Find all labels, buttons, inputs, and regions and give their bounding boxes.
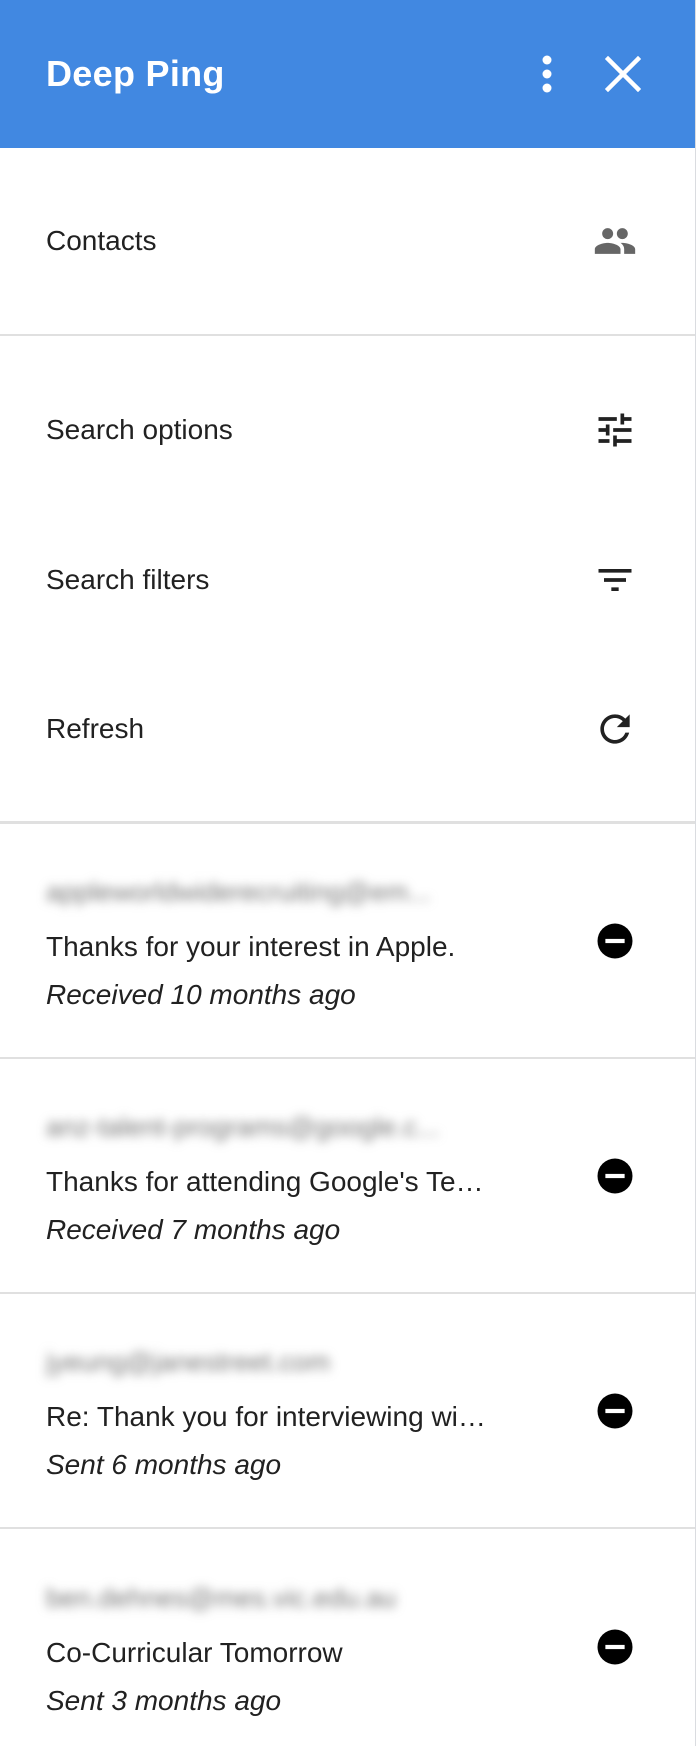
email-sender: jyeung@janestreet.com <box>46 1346 331 1377</box>
email-time: Received 7 months ago <box>46 1213 341 1245</box>
list-item[interactable]: jyeung@janestreet.com Re: Thank you for … <box>0 1294 695 1529</box>
email-sender: anz-talent-programs@google.c... <box>46 1111 440 1142</box>
list-item[interactable]: appleworldwiderecruiting@em... Thanks fo… <box>0 824 695 1059</box>
search-filters-row[interactable]: Search filters <box>0 524 695 636</box>
list-item[interactable]: ben.dehnes@mes.vic.edu.au Co-Curricular … <box>0 1529 695 1746</box>
search-options-label: Search options <box>46 414 233 445</box>
email-subject: Re: Thank you for interviewing wi… <box>46 1400 486 1432</box>
email-time: Received 10 months ago <box>46 978 356 1010</box>
email-subject: Thanks for your interest in Apple. <box>46 930 456 962</box>
remove-button[interactable] <box>591 1152 639 1200</box>
search-options-row[interactable]: Search options <box>0 336 695 524</box>
search-filters-label: Search filters <box>46 564 210 595</box>
remove-button[interactable] <box>591 1623 639 1671</box>
email-text: anz-talent-programs@google.c... Thanks f… <box>46 1106 571 1246</box>
remove-button[interactable] <box>591 917 639 965</box>
tune-icon <box>591 406 639 454</box>
email-list: appleworldwiderecruiting@em... Thanks fo… <box>0 824 695 1746</box>
app-title: Deep Ping <box>46 53 225 94</box>
more-vert-icon <box>542 55 552 93</box>
remove-circle-icon <box>597 1393 633 1428</box>
filter-list-icon <box>591 556 639 604</box>
email-subject: Co-Curricular Tomorrow <box>46 1636 343 1668</box>
email-text: appleworldwiderecruiting@em... Thanks fo… <box>46 871 571 1011</box>
email-text: jyeung@janestreet.com Re: Thank you for … <box>46 1341 571 1481</box>
remove-circle-icon <box>597 1158 633 1193</box>
remove-button[interactable] <box>591 1387 639 1435</box>
email-time: Sent 3 months ago <box>46 1684 282 1716</box>
close-button[interactable] <box>591 42 655 106</box>
contacts-row[interactable]: Contacts <box>0 148 695 336</box>
email-text: ben.dehnes@mes.vic.edu.au Co-Curricular … <box>46 1577 571 1717</box>
contacts-label: Contacts <box>46 225 157 256</box>
people-icon <box>591 217 639 265</box>
list-item[interactable]: anz-talent-programs@google.c... Thanks f… <box>0 1059 695 1294</box>
close-icon <box>605 56 641 92</box>
actions-section: Search options Search filters Refresh <box>0 336 695 824</box>
header-bar: Deep Ping <box>0 0 695 148</box>
remove-circle-icon <box>597 923 633 958</box>
email-sender: appleworldwiderecruiting@em... <box>46 876 431 907</box>
refresh-label: Refresh <box>46 712 145 744</box>
email-sender: ben.dehnes@mes.vic.edu.au <box>46 1582 397 1613</box>
remove-circle-icon <box>597 1629 633 1664</box>
refresh-row[interactable]: Refresh <box>0 636 695 821</box>
email-time: Sent 6 months ago <box>46 1448 282 1480</box>
addon-panel: Deep Ping Contacts Search options Search… <box>0 0 696 1746</box>
email-subject: Thanks for attending Google's Te… <box>46 1165 484 1197</box>
more-menu-button[interactable] <box>515 42 579 106</box>
refresh-icon <box>591 705 639 753</box>
